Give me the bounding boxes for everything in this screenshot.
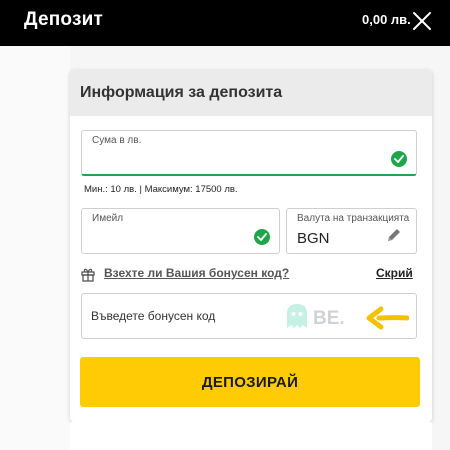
check-icon — [391, 151, 407, 167]
amount-field[interactable]: Сума в лв. — [81, 130, 417, 176]
close-icon[interactable] — [410, 9, 434, 33]
left-background — [0, 46, 70, 450]
page-title: Депозит — [24, 9, 103, 30]
arrow-pointer-icon — [365, 305, 410, 331]
card-header: Информация за депозита — [70, 70, 432, 116]
email-field-label: Имейл — [92, 213, 124, 224]
card-continuation — [70, 422, 432, 450]
amount-limits: Мин.: 10 лв. | Максимум: 17500 лв. — [84, 184, 238, 195]
deposit-button[interactable]: ДЕПОЗИРАЙ — [80, 357, 420, 407]
check-icon — [254, 229, 270, 245]
gift-icon — [80, 266, 96, 282]
watermark-logo: BE. — [284, 302, 358, 332]
pencil-icon[interactable] — [386, 227, 402, 243]
email-field[interactable]: Имейл — [81, 208, 280, 254]
card-title: Информация за депозита — [80, 84, 283, 101]
deposit-button-label: ДЕПОЗИРАЙ — [201, 373, 299, 391]
bonus-code-question-link[interactable]: Взехте ли Вашия бонусен код? — [104, 266, 289, 280]
watermark-text: BE. — [313, 308, 345, 329]
currency-field-value: BGN — [297, 230, 330, 247]
hide-bonus-link[interactable]: Скрий — [376, 266, 413, 280]
top-bar: Депозит 0,00 лв. — [0, 0, 450, 46]
balance-display: 0,00 лв. — [362, 12, 411, 27]
amount-field-label: Сума в лв. — [92, 135, 142, 146]
bonus-code-placeholder: Въведете бонусен код — [91, 309, 216, 323]
currency-field-label: Валута на транзакцията — [297, 213, 410, 224]
